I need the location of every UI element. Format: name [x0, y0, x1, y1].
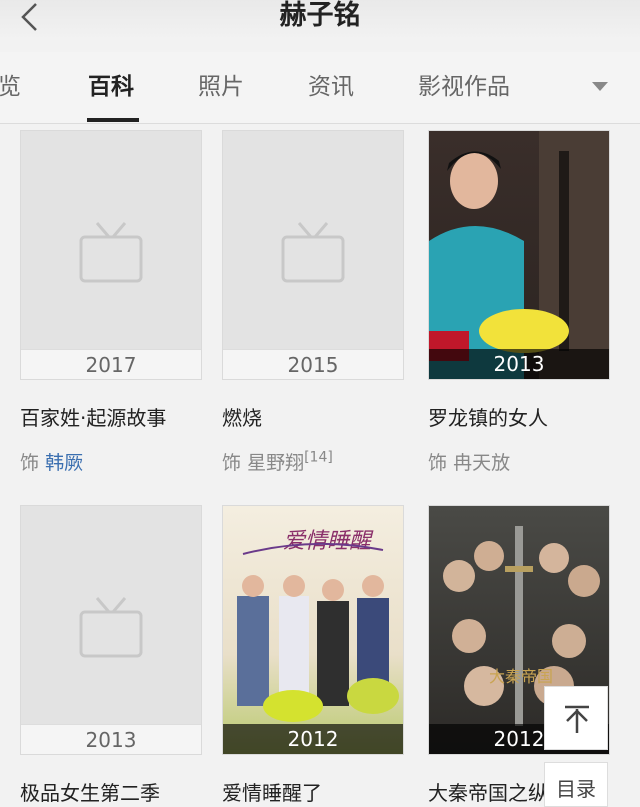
role-name: 冉天放 — [453, 452, 511, 474]
tab-baike[interactable]: 百科 — [88, 72, 134, 102]
role-name: 星野翔 — [247, 452, 305, 474]
year-label: 2012 — [223, 724, 403, 754]
work-title[interactable]: 罗龙镇的女人 — [428, 402, 548, 431]
table-of-contents-button[interactable]: 目录 — [544, 762, 608, 807]
work-title[interactable]: 极品女生第二季 — [20, 777, 160, 806]
dropdown-arrow-icon[interactable] — [592, 82, 608, 92]
poster-placeholder[interactable]: 2013 — [20, 505, 202, 755]
tab-film-works[interactable]: 影视作品 — [418, 72, 510, 102]
role-prefix: 饰 — [428, 452, 448, 474]
work-title[interactable]: 燃烧 — [222, 402, 262, 431]
tab-photos[interactable]: 照片 — [198, 72, 244, 102]
tv-placeholder-icon — [281, 222, 345, 283]
poster-image[interactable]: 2013 — [428, 130, 610, 380]
tab-overview[interactable]: 览 — [0, 72, 21, 102]
back-to-top-button[interactable] — [544, 686, 608, 750]
year-label: 2015 — [223, 349, 403, 379]
page-title: 赫子铭 — [279, 0, 361, 31]
work-role: 饰 冉天放 — [428, 448, 510, 475]
role-link[interactable]: 韩厥 — [45, 452, 83, 474]
svg-text:大秦帝国: 大秦帝国 — [489, 667, 553, 686]
role-prefix: 饰 — [222, 452, 242, 474]
header-bar: 赫子铭 — [0, 0, 640, 40]
work-title[interactable]: 百家姓·起源故事 — [20, 402, 166, 431]
poster-image[interactable]: 爱情睡醒 2012 — [222, 505, 404, 755]
poster-placeholder[interactable]: 2015 — [222, 130, 404, 380]
poster-woman-illustration — [429, 131, 609, 379]
citation-note[interactable]: [14] — [304, 450, 333, 466]
tv-placeholder-icon — [79, 597, 143, 658]
work-title[interactable]: 爱情睡醒了 — [222, 777, 322, 806]
tab-bar: 览 百科 照片 资讯 影视作品 — [0, 52, 640, 124]
work-role: 饰 星野翔[14] — [222, 448, 333, 475]
active-tab-indicator — [87, 118, 139, 122]
poster-placeholder[interactable]: 2017 — [20, 130, 202, 380]
year-label: 2017 — [21, 349, 201, 379]
tv-placeholder-icon — [79, 222, 143, 283]
year-label: 2013 — [21, 724, 201, 754]
role-prefix: 饰 — [20, 452, 40, 474]
work-title[interactable]: 大秦帝国之纵 — [428, 777, 548, 806]
poster-title-text: 爱情睡醒 — [283, 529, 374, 554]
up-arrow-icon — [565, 705, 589, 733]
poster-drama-illustration: 爱情睡醒 — [237, 529, 399, 722]
year-label: 2013 — [429, 349, 609, 379]
work-role: 饰 韩厥 — [20, 448, 83, 475]
tab-news[interactable]: 资讯 — [308, 72, 354, 102]
